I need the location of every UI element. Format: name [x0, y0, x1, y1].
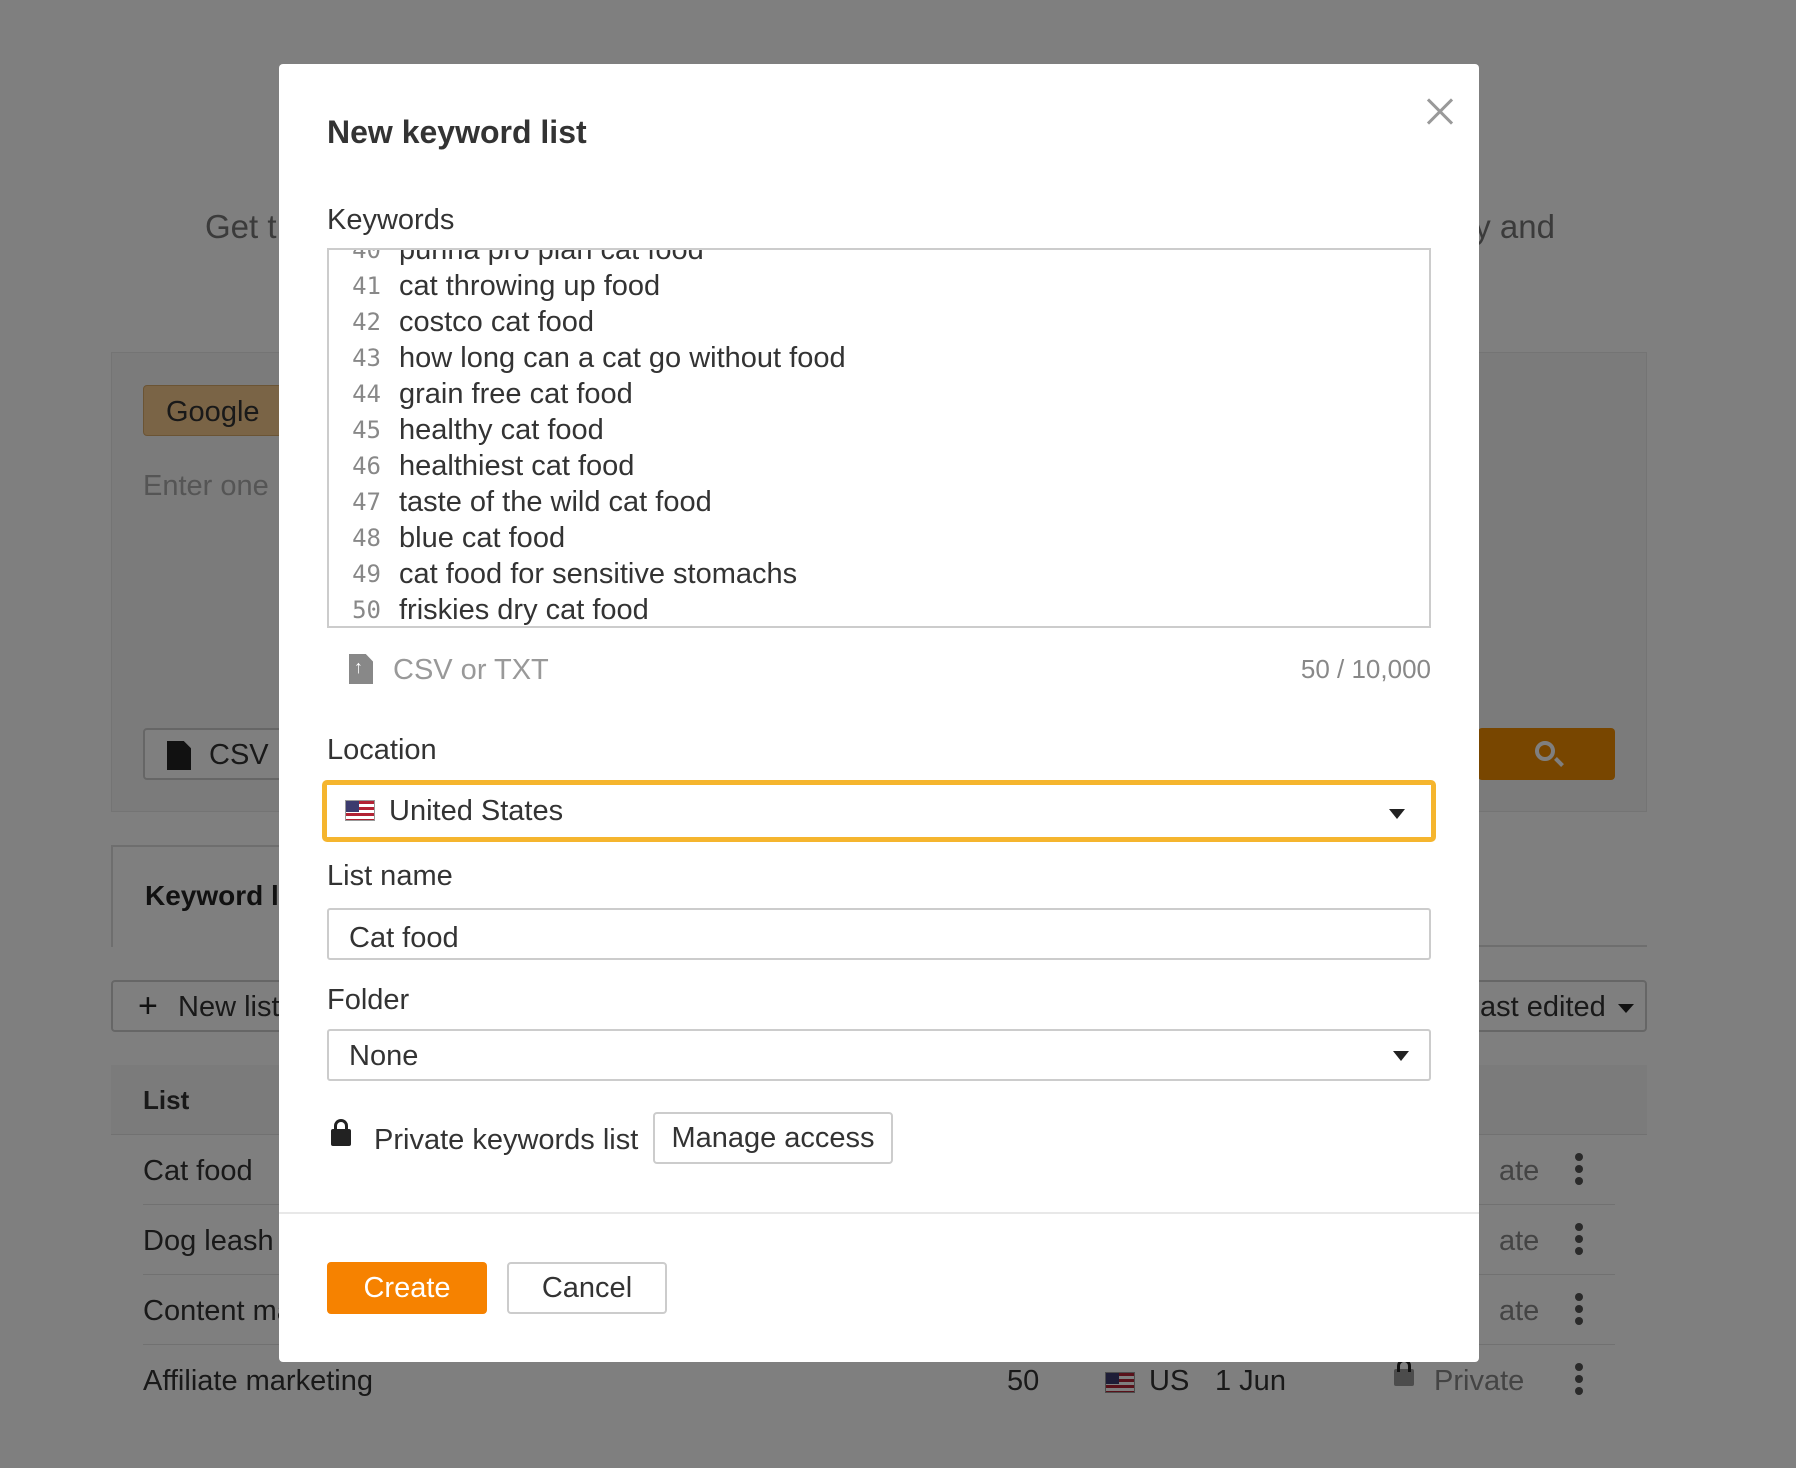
cancel-button[interactable]: Cancel [507, 1262, 667, 1314]
line-number: 50 [352, 596, 381, 624]
line-number: 43 [352, 344, 381, 372]
keyword-count: 50 / 10,000 [1300, 654, 1431, 684]
line-number: 45 [352, 416, 381, 444]
keyword-text: healthiest cat food [399, 450, 635, 482]
lock-icon [331, 1119, 351, 1146]
keyword-text: taste of the wild cat food [399, 486, 712, 518]
keyword-line: 44 grain free cat food [329, 376, 1429, 412]
keywords-textarea[interactable]: 40 purina pro plan cat food 41 cat throwing… [327, 248, 1431, 628]
line-number: 49 [352, 560, 381, 588]
keyword-text: how long can a cat go without food [399, 342, 846, 374]
location-label: Location [327, 734, 437, 766]
folder-select[interactable]: None [327, 1029, 1431, 1081]
manage-access-button[interactable]: Manage access [653, 1112, 893, 1164]
keyword-line: 46 healthiest cat food [329, 448, 1429, 484]
keyword-line: 42 costco cat food [329, 304, 1429, 340]
new-keyword-list-modal: New keyword list Keywords 40 purina pro p… [279, 64, 1479, 1362]
keyword-line: 49 cat food for sensitive stomachs [329, 556, 1429, 592]
private-list-label: Private keywords list [374, 1124, 639, 1156]
line-number: 44 [352, 380, 381, 408]
keyword-line: 40 purina pro plan cat food [329, 248, 1429, 268]
keyword-line: 45 healthy cat food [329, 412, 1429, 448]
keywords-label: Keywords [327, 204, 455, 236]
file-upload-icon [349, 654, 373, 684]
keyword-text: costco cat food [399, 306, 595, 338]
folder-label: Folder [327, 984, 410, 1016]
keyword-line: 50 friskies dry cat food [329, 592, 1429, 626]
keyword-text: cat throwing up food [399, 270, 661, 302]
footer-divider [279, 1212, 1479, 1214]
keyword-line: 43 how long can a cat go without food [329, 340, 1429, 376]
line-number: 47 [352, 488, 381, 516]
upload-file-label: CSV or TXT [393, 654, 549, 686]
line-number: 42 [352, 308, 381, 336]
keyword-lines: 40 purina pro plan cat food 41 cat throwing… [329, 248, 1429, 626]
keyword-text: grain free cat food [399, 378, 633, 410]
folder-value: None [349, 1040, 419, 1072]
keyword-text: cat food for sensitive stomachs [399, 558, 798, 590]
location-select[interactable]: United States [322, 780, 1436, 842]
list-name-input[interactable] [327, 908, 1431, 960]
chevron-down-icon [1389, 809, 1405, 819]
keyword-text: friskies dry cat food [399, 594, 649, 626]
line-number: 41 [352, 272, 381, 300]
keyword-line: 48 blue cat food [329, 520, 1429, 556]
line-number: 40 [352, 248, 381, 264]
create-button[interactable]: Create [327, 1262, 487, 1314]
location-value: United States [389, 795, 564, 827]
chevron-down-icon [1393, 1051, 1409, 1061]
keyword-text: purina pro plan cat food [399, 248, 704, 266]
keyword-text: healthy cat food [399, 414, 604, 446]
keyword-line: 47 taste of the wild cat food [329, 484, 1429, 520]
keyword-line: 41 cat throwing up food [329, 268, 1429, 304]
modal-title: New keyword list [327, 114, 587, 150]
us-flag-icon [345, 800, 375, 821]
line-number: 46 [352, 452, 381, 480]
keyword-text: blue cat food [399, 522, 566, 554]
close-icon[interactable] [1422, 94, 1458, 130]
line-number: 48 [352, 524, 381, 552]
list-name-label: List name [327, 860, 453, 892]
